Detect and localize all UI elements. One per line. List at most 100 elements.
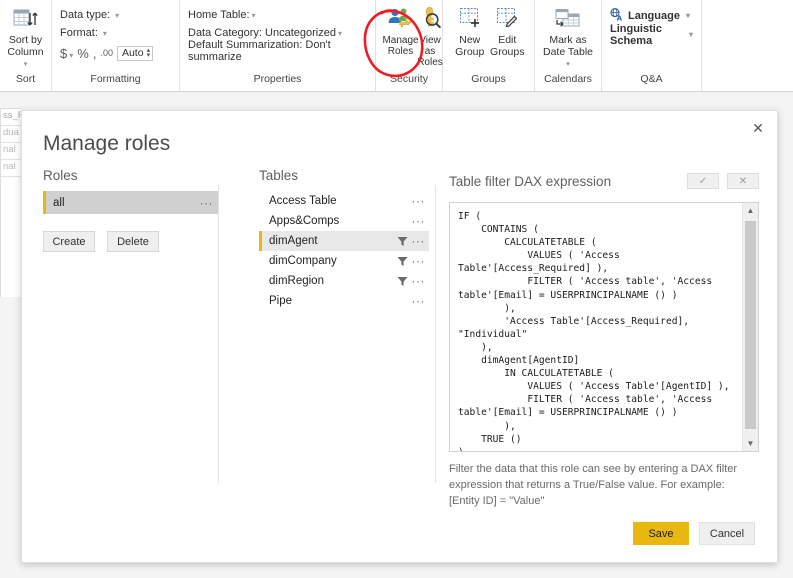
dialog-footer: Save Cancel xyxy=(633,522,755,545)
ribbon-group-properties: Home Table: ▾ Data Category: Uncategoriz… xyxy=(180,0,376,91)
edit-groups-button[interactable]: Edit Groups xyxy=(489,6,527,58)
mark-as-date-table-icon xyxy=(553,8,583,33)
default-summarization-dropdown[interactable]: Default Summarization: Don't summarize xyxy=(188,39,367,63)
filter-icon xyxy=(397,276,408,287)
background-cell: nal xyxy=(1,160,22,177)
manage-roles-dialog: ✕ Manage roles Roles all ··· Create Dele… xyxy=(21,110,778,563)
table-context-menu-icon[interactable]: ··· xyxy=(412,235,426,247)
new-group-button[interactable]: New Group xyxy=(451,6,489,58)
chevron-down-icon[interactable]: ▼ xyxy=(743,436,758,451)
table-list-item[interactable]: Apps&Comps ··· xyxy=(259,211,429,231)
scrollbar-thumb[interactable] xyxy=(745,221,756,429)
save-button[interactable]: Save xyxy=(633,522,689,545)
manage-roles-button[interactable]: Manage Roles xyxy=(382,6,419,57)
edit-groups-icon xyxy=(494,6,520,33)
dax-heading: Table filter DAX expression xyxy=(449,173,612,189)
view-as-roles-button[interactable]: View as Roles xyxy=(417,6,443,68)
tables-heading: Tables xyxy=(259,168,299,183)
table-name: Access Table xyxy=(269,195,337,207)
chevron-down-icon: ▾ xyxy=(337,28,342,38)
table-context-menu-icon[interactable]: ··· xyxy=(412,195,426,207)
tables-list: Access Table ··· Apps&Comps ··· dimAgent… xyxy=(259,191,429,311)
table-list-item-dimagent[interactable]: dimAgent ··· xyxy=(259,231,429,251)
role-list-item[interactable]: all ··· xyxy=(43,191,219,214)
new-group-label: New Group xyxy=(455,34,485,58)
dialog-title: Manage roles xyxy=(43,132,171,155)
ribbon-spacer xyxy=(702,0,793,91)
format-dropdown[interactable]: Format: ▾ xyxy=(60,24,171,42)
table-context-menu-icon[interactable]: ··· xyxy=(412,275,426,287)
role-context-menu-icon[interactable]: ··· xyxy=(200,197,214,209)
table-name: Apps&Comps xyxy=(269,215,340,227)
chevron-down-icon: ▾ xyxy=(685,11,690,20)
data-type-label: Data type: xyxy=(60,9,111,21)
dax-help-text: Filter the data that this role can see b… xyxy=(449,463,737,507)
ribbon-group-sort: Sort by Column ▾ Sort xyxy=(0,0,52,91)
mark-as-date-table-button[interactable]: Mark as Date Table ▾ xyxy=(543,6,593,71)
linguistic-schema-label: Linguistic Schema xyxy=(610,22,662,47)
currency-format-button[interactable]: $ ▾ xyxy=(60,46,73,61)
dax-editor[interactable]: IF ( CONTAINS ( CALCULATETABLE ( VALUES … xyxy=(449,202,759,452)
chevron-down-icon: ▾ xyxy=(23,61,28,68)
table-name: dimCompany xyxy=(269,255,337,267)
ribbon-group-label-groups: Groups xyxy=(471,73,506,85)
chevron-down-icon: ▾ xyxy=(688,30,693,39)
edit-groups-label: Edit Groups xyxy=(490,34,525,58)
ribbon-group-label-formatting: Formatting xyxy=(90,73,141,85)
background-data-table: ss_R dua nal nal xyxy=(0,108,22,297)
checkmark-icon[interactable]: ✓ xyxy=(687,173,719,189)
dax-expression-text[interactable]: IF ( CONTAINS ( CALCULATETABLE ( VALUES … xyxy=(450,203,741,451)
dax-scrollbar[interactable]: ▲ ▼ xyxy=(742,203,758,451)
filter-icon xyxy=(397,236,408,247)
ribbon: Sort by Column ▾ Sort Data type: ▾ Format… xyxy=(0,0,793,92)
filter-icon xyxy=(397,256,408,267)
spinner-icon[interactable]: ▴ ▾ xyxy=(147,47,151,59)
roles-heading: Roles xyxy=(43,168,78,183)
chevron-down-icon: ▾ xyxy=(115,10,120,20)
close-icon[interactable]: ✕ xyxy=(747,117,769,139)
table-name: dimRegion xyxy=(269,275,324,287)
table-list-item[interactable]: Access Table ··· xyxy=(259,191,429,211)
table-context-menu-icon[interactable]: ··· xyxy=(412,255,426,267)
svg-text:A: A xyxy=(617,14,623,21)
create-role-button[interactable]: Create xyxy=(43,231,95,252)
ribbon-group-qa: A Language ▾ Linguistic Schema ▾ Q&A xyxy=(602,0,702,91)
language-label: Language xyxy=(628,9,680,22)
table-list-item[interactable]: Pipe ··· xyxy=(259,291,429,311)
comma-format-button[interactable]: , xyxy=(93,46,97,61)
view-as-roles-label: View as Roles xyxy=(417,35,443,68)
ribbon-group-label-qa: Q&A xyxy=(640,73,663,85)
table-list-item[interactable]: dimRegion ··· xyxy=(259,271,429,291)
ribbon-group-label-calendars: Calendars xyxy=(544,73,592,85)
linguistic-schema-dropdown[interactable]: Linguistic Schema ▾ xyxy=(610,22,693,47)
decimal-places-value: Auto xyxy=(121,47,144,59)
ribbon-group-formatting: Data type: ▾ Format: ▾ $▾ % , .00 Auto xyxy=(52,0,180,91)
chevron-up-icon[interactable]: ▲ xyxy=(743,203,758,218)
table-name: dimAgent xyxy=(269,235,318,247)
table-context-menu-icon[interactable]: ··· xyxy=(412,295,426,307)
table-context-menu-icon[interactable]: ··· xyxy=(412,215,426,227)
chevron-down-icon: ▾ xyxy=(69,50,74,60)
background-cell: nal xyxy=(1,143,22,160)
decimal-places-stepper[interactable]: Auto ▴ ▾ xyxy=(116,45,154,61)
cancel-button[interactable]: Cancel xyxy=(699,522,755,545)
background-cell: ss_R xyxy=(1,109,22,126)
x-icon[interactable]: ✕ xyxy=(727,173,759,189)
data-type-dropdown[interactable]: Data type: ▾ xyxy=(60,6,171,24)
delete-role-button[interactable]: Delete xyxy=(107,231,159,252)
decimal-places-button[interactable]: .00 xyxy=(100,48,113,58)
language-icon: A xyxy=(610,7,624,24)
background-cell-empty xyxy=(1,177,22,297)
dax-panel: Table filter DAX expression ✓ ✕ IF ( CON… xyxy=(449,169,759,509)
manage-roles-icon xyxy=(386,6,416,33)
table-list-item[interactable]: dimCompany ··· xyxy=(259,251,429,271)
role-name: all xyxy=(53,196,65,209)
divider-roles-tables xyxy=(218,185,219,483)
percent-format-button[interactable]: % xyxy=(77,46,89,61)
data-category-label: Data Category: Uncategorized xyxy=(188,27,336,39)
sort-by-column-label: Sort by Column ▾ xyxy=(7,34,44,68)
format-label: Format: xyxy=(60,27,98,39)
home-table-dropdown[interactable]: Home Table: ▾ xyxy=(188,6,367,24)
sort-by-column-button[interactable]: Sort by Column ▾ xyxy=(7,6,44,71)
ribbon-group-security: Manage Roles View as Roles Security xyxy=(376,0,443,91)
